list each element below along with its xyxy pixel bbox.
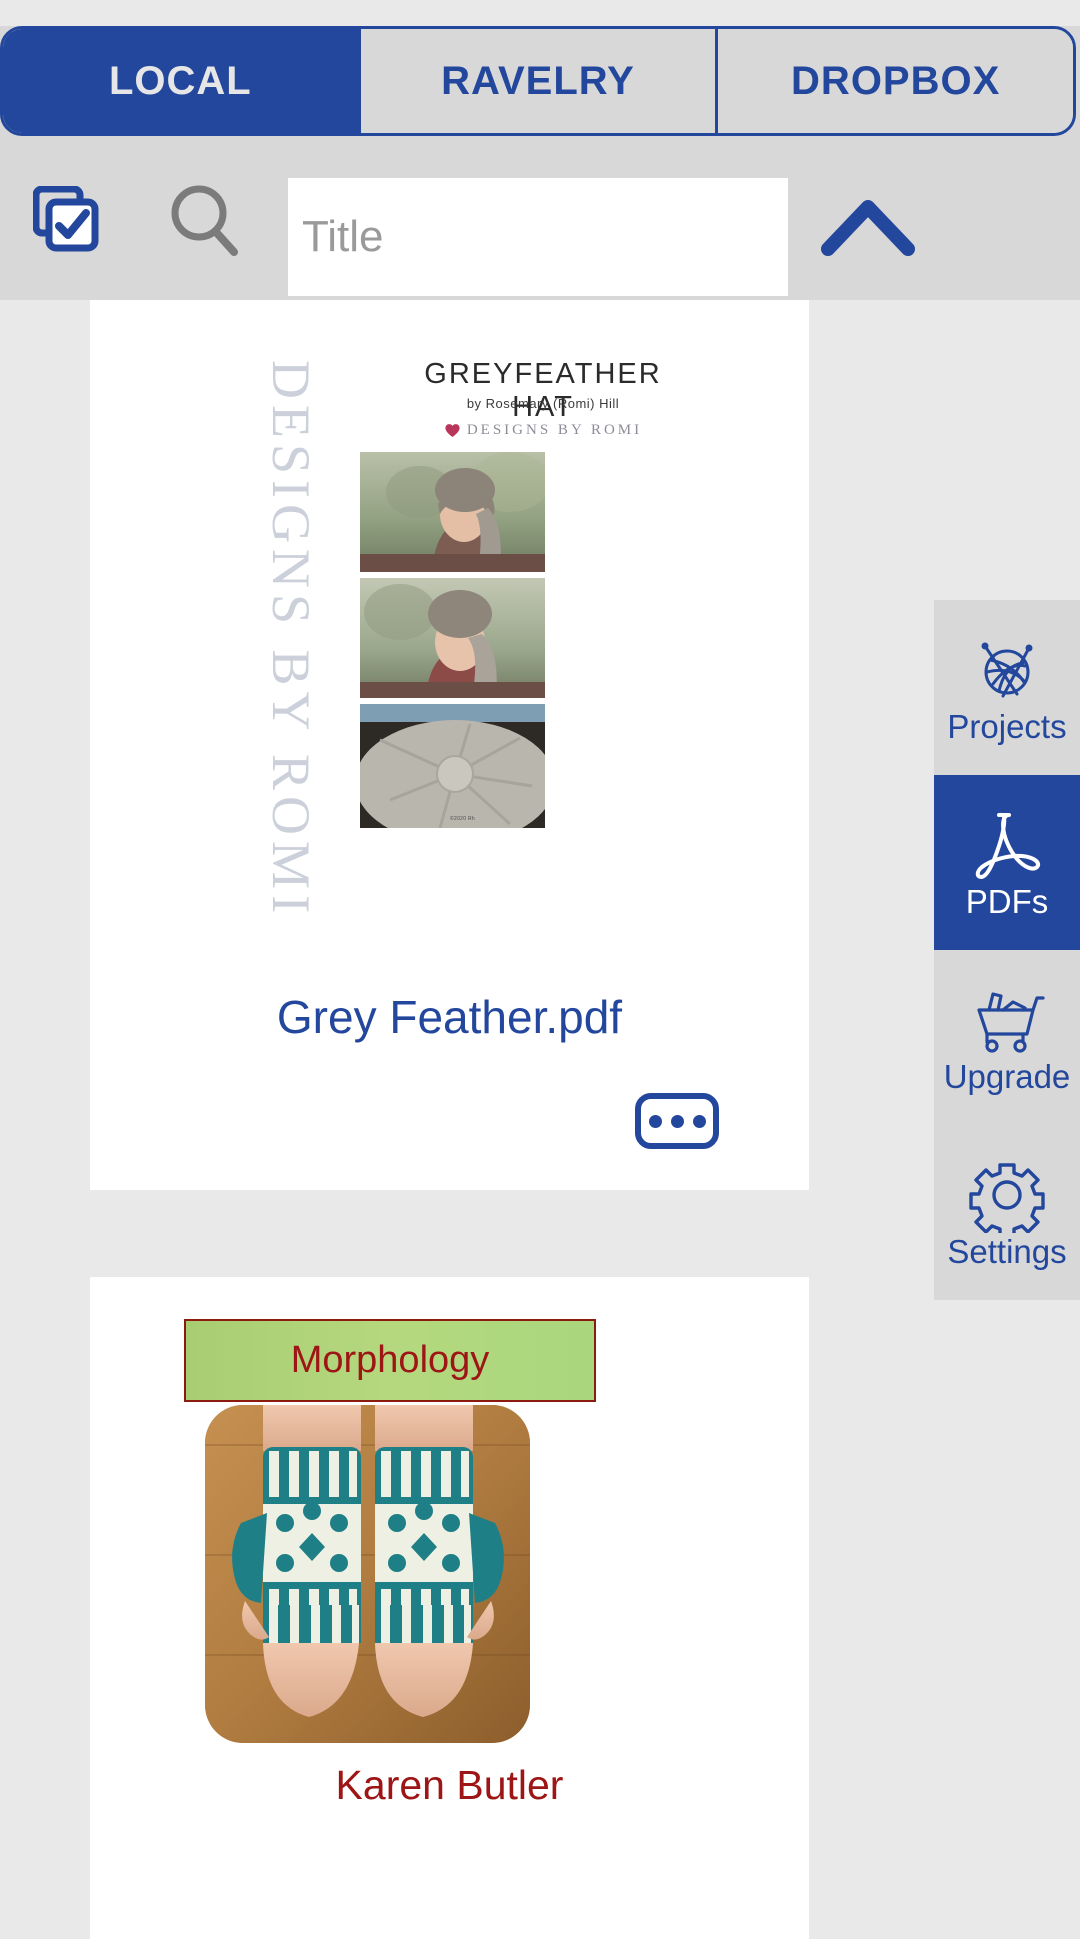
rail-item-projects[interactable]: Projects [934, 600, 1080, 775]
chevron-up-icon[interactable] [820, 191, 916, 261]
rail-label-projects: Projects [947, 708, 1067, 745]
tab-ravelry-label: RAVELRY [441, 58, 635, 103]
source-tabbar: LOCAL RAVELRY DROPBOX [0, 26, 1076, 136]
cover-title: GREYFEATHER HAT [424, 358, 662, 423]
pattern-card[interactable]: Morphology Karen Butler [90, 1277, 809, 1939]
cover-brand-line: DESIGNS BY ROMI [408, 422, 678, 439]
pdf-acrobat-icon [975, 812, 1041, 879]
cover-photo-3 [360, 704, 545, 828]
pattern-author: Karen Butler [335, 1762, 564, 1808]
pdf-list[interactable]: DESIGNS BY ROMI GREYFEATHER HAT by Rosem… [0, 300, 1080, 1939]
yarn-ball-icon [981, 642, 1033, 698]
tab-dropbox[interactable]: DROPBOX [718, 29, 1073, 133]
search-input[interactable] [288, 178, 788, 296]
rail-item-settings[interactable]: Settings [934, 1125, 1080, 1300]
ellipsis-dot [670, 1114, 684, 1128]
select-multiple-checkbox-icon[interactable] [32, 185, 99, 252]
cover-vertical-brand: DESIGNS BY ROMI [261, 360, 321, 920]
tab-local[interactable]: LOCAL [3, 29, 361, 133]
pattern-title: Morphology [290, 1339, 490, 1381]
tab-local-label: LOCAL [108, 58, 252, 103]
pattern-title-banner: Morphology [184, 1319, 596, 1402]
cover-brand-text: DESIGNS BY ROMI [466, 422, 643, 438]
gear-icon [969, 1163, 1045, 1233]
rail-label-pdfs: PDFs [965, 883, 1049, 920]
rail-label-upgrade: Upgrade [943, 1058, 1071, 1095]
ellipsis-dot [692, 1114, 706, 1128]
pdf-card[interactable]: DESIGNS BY ROMI GREYFEATHER HAT by Rosem… [90, 300, 809, 1190]
pdf-more-options-button[interactable] [635, 1093, 719, 1149]
pattern-thumbnail[interactable] [205, 1405, 530, 1743]
shopping-cart-icon [977, 992, 1045, 1053]
cover-byline: by Rosemary (Romi) Hill [466, 396, 620, 411]
rail-item-upgrade[interactable]: Upgrade [934, 950, 1080, 1125]
right-nav-rail: Projects PDFs Upgrade Settings [934, 600, 1080, 1300]
ellipsis-dot [648, 1114, 662, 1128]
cover-copyright: ©2020 Rh [450, 816, 475, 822]
tab-ravelry[interactable]: RAVELRY [360, 29, 719, 133]
cover-photo-2 [360, 578, 545, 698]
search-icon[interactable] [168, 184, 238, 256]
search-toolbar [0, 136, 1080, 300]
heart-icon [445, 424, 460, 437]
app-root: LOCAL RAVELRY DROPBOX Title DESIGNS BY R… [0, 0, 1080, 1939]
pdf-cover-thumbnail[interactable]: DESIGNS BY ROMI GREYFEATHER HAT by Rosem… [90, 300, 809, 980]
rail-label-settings: Settings [947, 1233, 1067, 1270]
tab-dropbox-label: DROPBOX [791, 58, 1001, 103]
pdf-filename[interactable]: Grey Feather.pdf [90, 990, 809, 1044]
cover-photo-1 [360, 452, 545, 572]
top-tabbar-container: LOCAL RAVELRY DROPBOX [0, 26, 1080, 136]
rail-item-pdfs[interactable]: PDFs [934, 775, 1080, 950]
